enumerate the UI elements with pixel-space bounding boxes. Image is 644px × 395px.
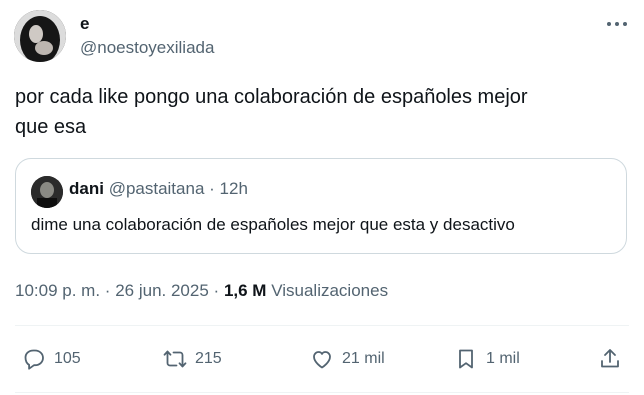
divider <box>15 392 629 393</box>
author-name[interactable]: e <box>80 14 89 34</box>
bookmark-count: 1 mil <box>486 350 520 367</box>
tweet-meta: 10:09 p. m. · 26 jun. 2025 · 1,6 M Visua… <box>15 281 388 301</box>
heart-icon <box>313 351 331 369</box>
reply-button[interactable]: 105 <box>22 346 81 372</box>
retweet-button[interactable]: 215 <box>163 346 222 372</box>
quoted-text: dime una colaboración de españoles mejor… <box>31 215 515 234</box>
reply-count: 105 <box>54 350 81 367</box>
author-avatar[interactable] <box>14 10 66 62</box>
like-button[interactable]: 21 mil <box>310 346 385 372</box>
retweet-count: 215 <box>195 350 222 367</box>
meta-separator: · <box>104 281 111 300</box>
like-count: 21 mil <box>342 350 385 367</box>
divider <box>15 325 629 326</box>
quoted-author-name[interactable]: dani <box>69 179 104 198</box>
quoted-tweet[interactable]: dani @pastaitana · 12h dime una colabora… <box>15 158 627 254</box>
tweet-date[interactable]: 26 jun. 2025 <box>115 281 209 300</box>
more-icon <box>607 22 627 26</box>
tweet-text-line: que esa <box>15 116 87 138</box>
share-icon <box>601 349 619 368</box>
tweet-time[interactable]: 10:09 p. m. <box>15 281 100 300</box>
tweet-text-line: por cada like pongo una colaboración de … <box>15 86 528 108</box>
quoted-header: dani @pastaitana · 12h <box>69 179 248 199</box>
meta-separator: · <box>213 281 220 300</box>
avatar-image <box>14 10 66 62</box>
views-label: Visualizaciones <box>271 281 389 300</box>
tweet-text: por cada like pongo una colaboración de … <box>15 82 625 142</box>
author-handle[interactable]: @noestoyexiliada <box>80 38 214 58</box>
share-button[interactable] <box>598 346 622 372</box>
bookmark-button[interactable]: 1 mil <box>454 346 520 372</box>
views-count: 1,6 M <box>223 281 267 300</box>
quoted-avatar-image <box>31 176 63 208</box>
more-button[interactable] <box>604 14 630 34</box>
retweet-icon <box>163 350 187 368</box>
quoted-author-handle[interactable]: @pastaitana <box>109 179 205 198</box>
quoted-author-avatar[interactable] <box>31 176 63 208</box>
reply-icon <box>24 349 44 370</box>
bookmark-icon <box>459 349 473 369</box>
quoted-separator: · <box>209 179 215 198</box>
quoted-timestamp[interactable]: 12h <box>220 179 248 198</box>
